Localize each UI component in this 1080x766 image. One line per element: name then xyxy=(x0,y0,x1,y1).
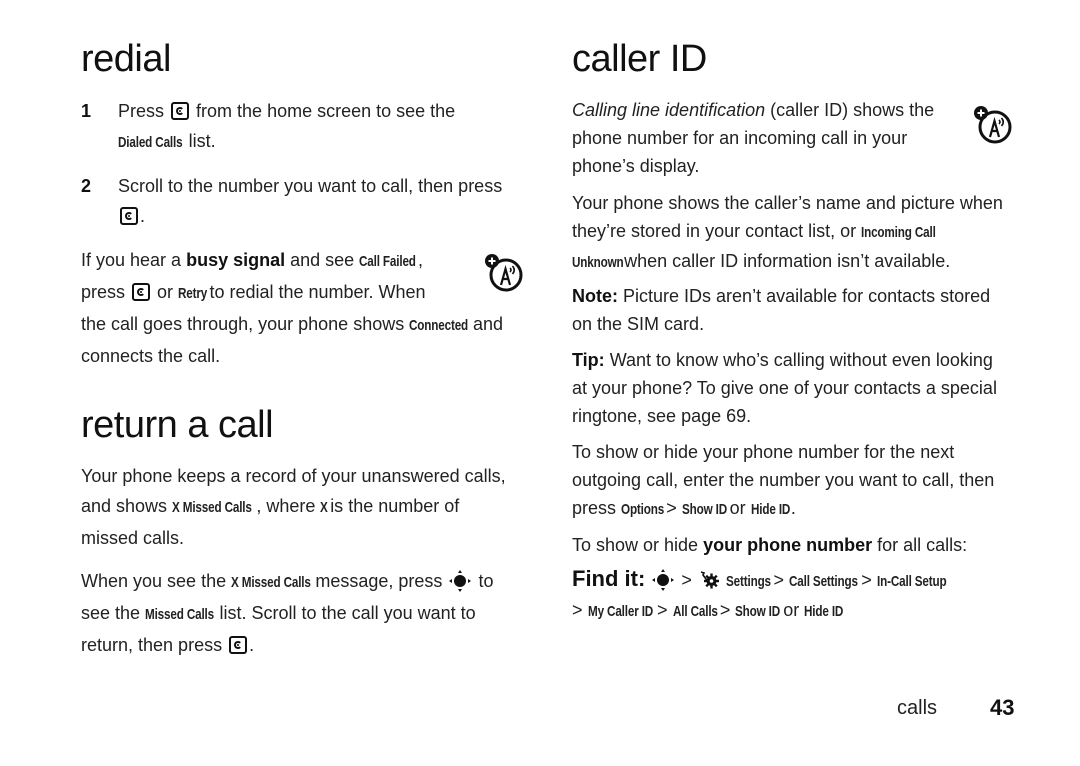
path-show-id: Show ID xyxy=(735,603,781,620)
heading-redial: redial xyxy=(81,38,171,80)
ui-label-show-id: Show ID xyxy=(681,501,727,518)
path-call-settings: Call Settings xyxy=(789,573,858,590)
path-hide-id: Hide ID xyxy=(804,603,844,620)
step-1: 1 Press from the home screen to see the … xyxy=(81,96,528,158)
caller-id-intro: Calling line identification (caller ID) … xyxy=(572,100,935,176)
ui-label-unknown: Unknown xyxy=(572,254,624,271)
return-call-paragraph: When you see the X Missed Calls message, … xyxy=(81,566,521,660)
tip-paragraph: Tip: Want to know who’s calling without … xyxy=(572,350,997,426)
term-your-phone-number: your phone number xyxy=(703,535,873,555)
heading-caller-id: caller ID xyxy=(572,38,707,80)
ui-label-connected: Connected xyxy=(409,317,469,334)
step-2: 2 Scroll to the number you want to call,… xyxy=(81,171,528,231)
find-it-label: Find it: xyxy=(572,566,646,591)
path-settings: Settings xyxy=(725,573,771,590)
heading-return-a-call: return a call xyxy=(81,404,274,446)
call-key-icon xyxy=(132,283,151,301)
tip-label: Tip: xyxy=(572,350,605,370)
find-it-path: Find it: > Settings > Call Settings > In-C… xyxy=(572,564,1032,626)
step-number: 2 xyxy=(81,176,92,196)
path-all-calls: All Calls xyxy=(672,603,718,620)
term-calling-line-identification: Calling line identification xyxy=(572,100,766,120)
caller-shows-paragraph: Your phone shows the caller’s name and p… xyxy=(572,189,1017,277)
ui-label-options: Options xyxy=(621,501,665,518)
call-key-icon xyxy=(120,207,138,225)
ui-label-x-missed-calls: X Missed Calls xyxy=(172,499,252,516)
busy-signal-paragraph: If you hear a busy signal and see Call F… xyxy=(81,245,521,371)
ui-label-hide-id: Hide ID xyxy=(750,501,790,518)
next-call-paragraph: To show or hide your phone number for th… xyxy=(572,438,1017,524)
path-my-caller-id: My Caller ID xyxy=(587,603,653,620)
nav-key-icon xyxy=(652,569,675,591)
call-key-icon xyxy=(171,102,190,120)
step-number: 1 xyxy=(81,101,92,121)
page-number: 43 xyxy=(990,695,1015,720)
ui-label-incoming-call: Incoming Call xyxy=(861,224,936,241)
ui-label-x: X xyxy=(320,499,329,516)
all-calls-paragraph: To show or hide your phone number for al… xyxy=(572,535,968,555)
missed-calls-paragraph: Your phone keeps a record of your unansw… xyxy=(81,466,506,548)
note-paragraph: Note: Picture IDs aren’t available for c… xyxy=(572,286,991,334)
footer-section-name: calls xyxy=(897,697,938,719)
ui-label-dialed-calls: Dialed Calls xyxy=(118,134,183,151)
ui-label-call-failed: Call Failed xyxy=(359,253,417,270)
call-key-icon xyxy=(229,636,248,654)
ui-label-x-missed-calls: X Missed Calls xyxy=(231,574,311,591)
nav-key-icon xyxy=(449,570,472,592)
ui-label-missed-calls: Missed Calls xyxy=(145,606,215,623)
note-label: Note: xyxy=(572,286,618,306)
network-feature-icon xyxy=(974,106,1012,144)
settings-icon xyxy=(700,571,719,589)
path-in-call-setup: In-Call Setup xyxy=(876,573,947,590)
ui-label-retry: Retry xyxy=(178,285,208,302)
busy-signal-term: busy signal xyxy=(186,250,286,270)
